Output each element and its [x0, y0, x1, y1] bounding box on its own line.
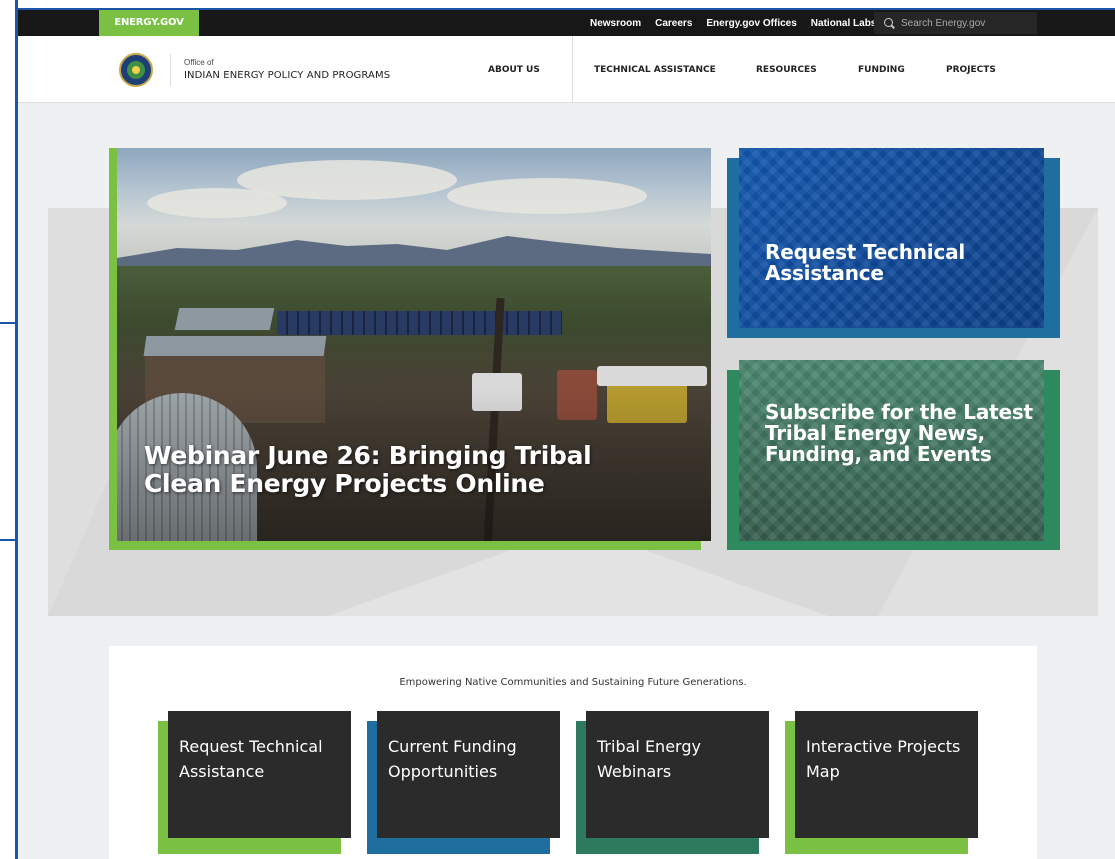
nav-wrap-projects: PROJECTS: [946, 36, 996, 103]
nav-projects[interactable]: PROJECTS: [946, 65, 996, 75]
national-labs-link[interactable]: National Labs: [811, 18, 877, 29]
nav-wrap-funding: FUNDING: [858, 36, 905, 103]
offices-link[interactable]: Energy.gov Offices: [706, 18, 796, 29]
cloud: [447, 178, 647, 214]
tile-request-ta[interactable]: Request Technical Assistance: [168, 711, 351, 838]
request-ta-card-label: Request Technical Assistance: [765, 240, 966, 285]
tanker: [597, 366, 707, 386]
nav-divider: [572, 36, 573, 103]
tile-webinars[interactable]: Tribal Energy Webinars: [586, 711, 769, 838]
tile-label: Current Funding Opportunities: [388, 737, 517, 781]
page: ENERGY.GOV Newsroom Careers Energy.gov O…: [18, 10, 1115, 859]
frame-tick: [0, 539, 15, 541]
frame-tick: [0, 322, 15, 324]
utility-links: Newsroom Careers Energy.gov Offices Nati…: [590, 10, 876, 36]
energy-gov-link[interactable]: ENERGY.GOV: [99, 10, 199, 36]
nav-resources[interactable]: RESOURCES: [756, 65, 817, 75]
solar-panels: [277, 311, 562, 335]
quick-links-panel: Empowering Native Communities and Sustai…: [109, 646, 1037, 859]
logo-divider: [170, 54, 171, 86]
office-name-link[interactable]: INDIAN ENERGY POLICY AND PROGRAMS: [184, 70, 390, 81]
feature-title[interactable]: Webinar June 26: Bringing Tribal Clean E…: [144, 442, 614, 498]
search-input[interactable]: [901, 17, 1031, 29]
tile-label: Interactive Projects Map: [806, 737, 961, 781]
newsroom-link[interactable]: Newsroom: [590, 18, 641, 29]
nav-technical-assistance[interactable]: TECHNICAL ASSISTANCE: [594, 65, 716, 75]
doe-seal-logo[interactable]: [119, 53, 153, 87]
building-roof: [143, 336, 327, 356]
utility-bar: ENERGY.GOV Newsroom Careers Energy.gov O…: [18, 10, 1115, 36]
seal-core: [132, 66, 140, 74]
shed-roof: [174, 308, 275, 330]
tile-label: Tribal Energy Webinars: [597, 737, 701, 781]
site-header: Office of INDIAN ENERGY POLICY AND PROGR…: [18, 36, 1115, 103]
request-ta-card[interactable]: Request Technical Assistance: [739, 148, 1044, 328]
tile-label: Request Technical Assistance: [179, 737, 323, 781]
nav-wrap-ta: TECHNICAL ASSISTANCE: [594, 36, 716, 103]
tile-funding[interactable]: Current Funding Opportunities: [377, 711, 560, 838]
feature-webinar-card[interactable]: Webinar June 26: Bringing Tribal Clean E…: [117, 148, 711, 541]
cloud: [147, 188, 287, 218]
search-icon[interactable]: [884, 18, 894, 28]
subscribe-card-label: Subscribe for the Latest Tribal Energy N…: [765, 400, 1033, 466]
tagline: Empowering Native Communities and Sustai…: [399, 677, 747, 688]
window-frame: [0, 0, 18, 859]
office-prefix: Office of: [184, 58, 214, 67]
subscribe-card[interactable]: Subscribe for the Latest Tribal Energy N…: [739, 360, 1044, 541]
careers-link[interactable]: Careers: [655, 18, 692, 29]
nav-funding[interactable]: FUNDING: [858, 65, 905, 75]
tile-projects-map[interactable]: Interactive Projects Map: [795, 711, 978, 838]
search-box[interactable]: [874, 12, 1037, 34]
nav-about-us[interactable]: ABOUT US: [488, 65, 540, 75]
nav-wrap-about: ABOUT US: [488, 36, 540, 103]
nav-wrap-resources: RESOURCES: [756, 36, 817, 103]
